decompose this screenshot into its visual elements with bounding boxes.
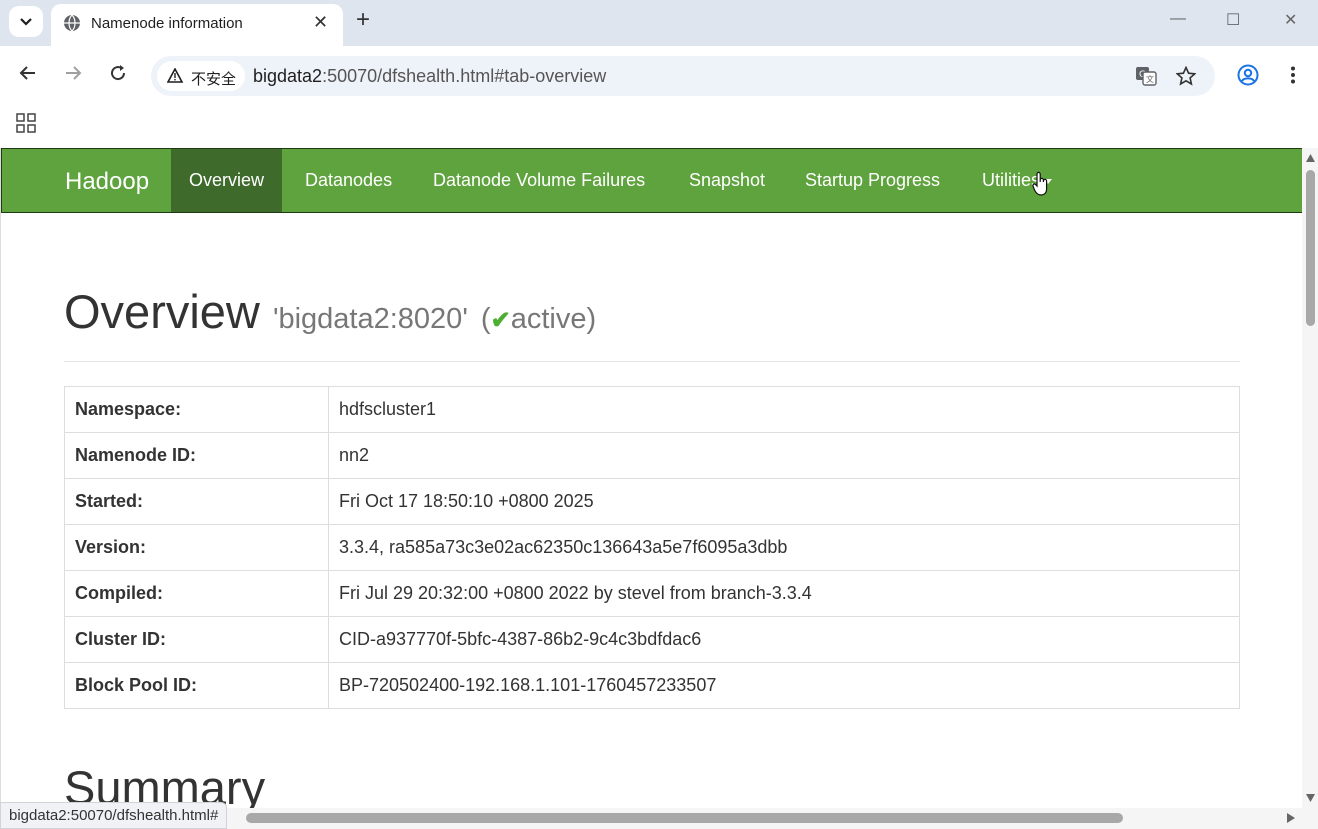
checkmark-icon: ✔ <box>490 307 511 334</box>
close-window-icon[interactable]: ✕ <box>1284 10 1297 30</box>
url-text[interactable]: bigdata2:50070/dfshealth.html#tab-overvi… <box>253 66 606 87</box>
row-value: nn2 <box>328 432 1240 479</box>
table-row: Version: 3.3.4, ra585a73c3e02ac62350c1366… <box>64 524 1240 571</box>
reload-icon[interactable] <box>109 64 127 82</box>
scroll-right-icon[interactable] <box>1287 813 1295 823</box>
new-tab-icon[interactable]: + <box>356 8 370 32</box>
nav-startup-progress[interactable]: Startup Progress <box>787 149 958 212</box>
bookmarks-bar <box>0 106 1318 148</box>
row-key: Cluster ID: <box>64 616 329 663</box>
forward-icon[interactable] <box>64 64 82 82</box>
profile-icon[interactable] <box>1237 64 1259 86</box>
tab-title: Namenode information <box>91 15 243 32</box>
tab-search-button[interactable] <box>9 6 43 37</box>
globe-icon <box>64 14 80 32</box>
minimize-icon[interactable]: — <box>1170 10 1186 28</box>
row-value: Fri Oct 17 18:50:10 +0800 2025 <box>328 478 1240 525</box>
row-key: Block Pool ID: <box>64 662 329 709</box>
page-header: Overview 'bigdata2:8020' (✔active) <box>64 284 1240 362</box>
table-row: Block Pool ID: BP-720502400-192.168.1.101… <box>64 662 1240 709</box>
tab-strip: Namenode information ✕ + — ☐ ✕ <box>0 0 1318 46</box>
vertical-scrollbar[interactable] <box>1302 148 1318 829</box>
svg-text:文: 文 <box>1146 74 1154 84</box>
row-value: hdfscluster1 <box>328 386 1240 433</box>
vertical-scroll-thumb[interactable] <box>1306 170 1315 326</box>
table-row: Cluster ID: CID-a937770f-5bfc-4387-86b2-9… <box>64 616 1240 663</box>
row-key: Started: <box>64 478 329 525</box>
nav-snapshot[interactable]: Snapshot <box>671 149 783 212</box>
row-key: Version: <box>64 524 329 571</box>
nav-datanodes[interactable]: Datanodes <box>287 149 410 212</box>
scroll-down-icon[interactable] <box>1306 794 1315 802</box>
table-row: Compiled: Fri Jul 29 20:32:00 +0800 2022 … <box>64 570 1240 617</box>
url-host: bigdata2 <box>253 66 323 86</box>
warning-icon <box>167 68 183 83</box>
page-viewport: Hadoop Overview Datanodes Datanode Volum… <box>0 148 1302 829</box>
nav-overview[interactable]: Overview <box>171 149 283 212</box>
row-key: Namenode ID: <box>64 432 329 479</box>
star-icon[interactable] <box>1176 66 1196 86</box>
row-key: Namespace: <box>64 386 329 433</box>
apps-grid-icon[interactable] <box>16 113 36 133</box>
overview-table: Namespace: hdfscluster1 Namenode ID: nn2 S… <box>64 386 1240 709</box>
status-bubble: bigdata2:50070/dfshealth.html# <box>0 802 228 829</box>
horizontal-scroll-thumb[interactable] <box>246 813 1123 823</box>
state-open: ( <box>480 303 491 335</box>
chevron-down-icon <box>20 17 32 26</box>
security-indicator[interactable]: 不安全 <box>157 61 245 91</box>
host-label: 'bigdata2:8020' <box>272 303 468 335</box>
back-icon[interactable] <box>19 64 37 82</box>
state-label: active) <box>510 303 597 335</box>
security-label: 不安全 <box>191 71 237 88</box>
browser-chrome: Namenode information ✕ + — ☐ ✕ 不安全 bigda… <box>0 0 1318 148</box>
table-row: Namespace: hdfscluster1 <box>64 386 1240 433</box>
url-path: :50070/dfshealth.html#tab-overview <box>322 66 607 86</box>
menu-kebab-icon[interactable] <box>1290 66 1296 84</box>
title-overview: Overview <box>64 285 260 338</box>
browser-tab[interactable]: Namenode information ✕ <box>51 4 343 46</box>
maximize-icon[interactable]: ☐ <box>1226 10 1240 30</box>
page-title: Overview 'bigdata2:8020' (✔active) <box>64 284 596 339</box>
hadoop-navbar: Hadoop Overview Datanodes Datanode Volum… <box>1 148 1302 213</box>
hand-cursor-icon <box>1032 171 1048 196</box>
browser-toolbar: 不安全 bigdata2:50070/dfshealth.html#tab-ov… <box>0 46 1318 106</box>
nav-datanode-volume-failures[interactable]: Datanode Volume Failures <box>415 149 663 212</box>
nav-utilities[interactable]: Utilities <box>964 149 1070 212</box>
row-value: BP-720502400-192.168.1.101-1760457233507 <box>328 662 1240 709</box>
brand-logo[interactable]: Hadoop <box>65 168 149 196</box>
row-value: Fri Jul 29 20:32:00 +0800 2022 by stevel… <box>328 570 1240 617</box>
table-row: Started: Fri Oct 17 18:50:10 +0800 2025 <box>64 478 1240 525</box>
row-key: Compiled: <box>64 570 329 617</box>
address-bar[interactable]: 不安全 bigdata2:50070/dfshealth.html#tab-ov… <box>151 56 1215 96</box>
row-value: 3.3.4, ra585a73c3e02ac62350c136643a5e7f6… <box>328 524 1240 571</box>
close-tab-icon[interactable]: ✕ <box>313 13 328 31</box>
translate-icon[interactable]: G文 <box>1135 66 1157 86</box>
row-value: CID-a937770f-5bfc-4387-86b2-9c4c3bdfdac6 <box>328 616 1240 663</box>
table-row: Namenode ID: nn2 <box>64 432 1240 479</box>
scroll-up-icon[interactable] <box>1306 154 1315 162</box>
